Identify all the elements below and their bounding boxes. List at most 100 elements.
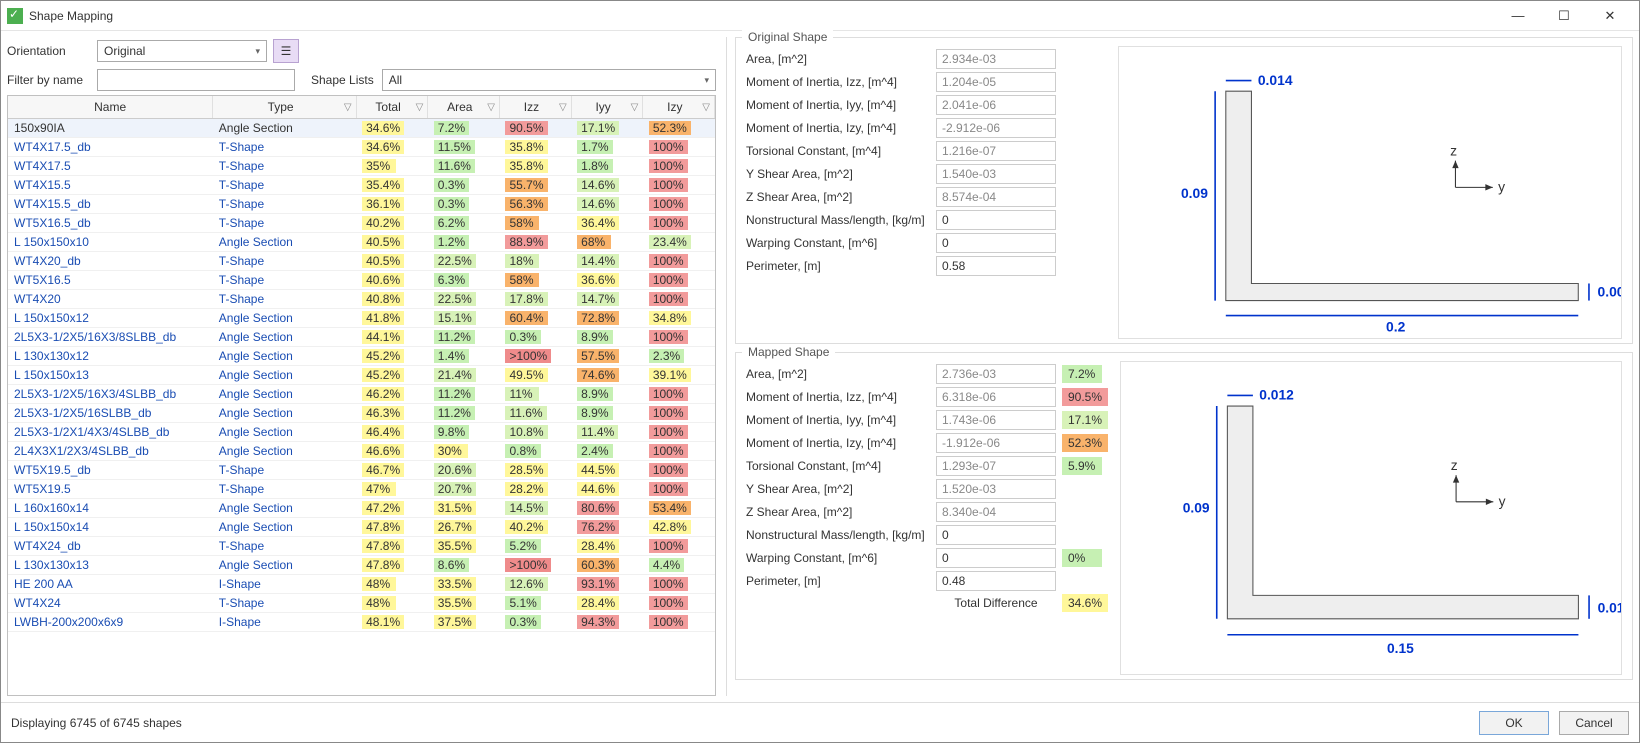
row-name: WT4X17.5_db — [8, 138, 213, 157]
table-row[interactable]: WT5X19.5T-Shape47%20.7%28.2%44.6%100% — [8, 480, 715, 499]
table-row[interactable]: L 150x150x13Angle Section45.2%21.4%49.5%… — [8, 366, 715, 385]
orientation-dropdown[interactable]: Original ▾ — [97, 40, 267, 62]
row-type: Angle Section — [213, 556, 356, 575]
table-row[interactable]: WT4X24T-Shape48%35.5%5.1%28.4%100% — [8, 594, 715, 613]
svg-text:y: y — [1498, 179, 1505, 195]
table-row[interactable]: WT4X15.5_dbT-Shape36.1%0.3%56.3%14.6%100… — [8, 195, 715, 214]
row-type: I-Shape — [213, 613, 356, 632]
property-value[interactable]: 0 — [936, 548, 1056, 568]
property-label: Nonstructural Mass/length, [kg/m] — [746, 528, 936, 542]
table-row[interactable]: LWBH-200x200x6x9I-Shape48.1%37.5%0.3%94.… — [8, 613, 715, 632]
property-value[interactable]: 0 — [936, 525, 1056, 545]
svg-text:0.012: 0.012 — [1598, 600, 1621, 616]
shapes-table-wrapper[interactable]: Name Type▽ Total▽ Area▽ Izz▽ Iyy▽ Izy▽ 1… — [7, 95, 716, 696]
table-row[interactable]: L 150x150x12Angle Section41.8%15.1%60.4%… — [8, 309, 715, 328]
property-value[interactable]: 0 — [936, 233, 1056, 253]
property-row: Z Shear Area, [m^2]8.574e-04 — [746, 187, 1106, 207]
svg-text:0.014: 0.014 — [1258, 72, 1293, 88]
property-row: Y Shear Area, [m^2]1.520e-03 — [746, 479, 1108, 499]
table-row[interactable]: 2L5X3-1/2X5/16SLBB_dbAngle Section46.3%1… — [8, 404, 715, 423]
table-row[interactable]: WT4X17.5_dbT-Shape34.6%11.5%35.8%1.7%100… — [8, 138, 715, 157]
property-label: Moment of Inertia, Iyy, [m^4] — [746, 98, 936, 112]
table-row[interactable]: WT4X20_dbT-Shape40.5%22.5%18%14.4%100% — [8, 252, 715, 271]
property-row: Moment of Inertia, Iyy, [m^4]2.041e-06 — [746, 95, 1106, 115]
row-type: T-Shape — [213, 461, 356, 480]
table-row[interactable]: L 160x160x14Angle Section47.2%31.5%14.5%… — [8, 499, 715, 518]
row-type: T-Shape — [213, 537, 356, 556]
table-row[interactable]: 2L5X3-1/2X1/4X3/4SLBB_dbAngle Section46.… — [8, 423, 715, 442]
property-row: Perimeter, [m]0.48 — [746, 571, 1108, 591]
property-pct: 90.5% — [1062, 388, 1108, 406]
minimize-button[interactable]: — — [1495, 1, 1541, 31]
filter-icon[interactable]: ▽ — [344, 102, 352, 113]
col-iyy-header: Iyy — [595, 100, 610, 114]
table-row[interactable]: L 130x130x13Angle Section47.8%8.6%>100%6… — [8, 556, 715, 575]
property-label: Perimeter, [m] — [746, 259, 936, 273]
table-row[interactable]: HE 200 AAI-Shape48%33.5%12.6%93.1%100% — [8, 575, 715, 594]
property-label: Area, [m^2] — [746, 52, 936, 66]
table-row[interactable]: WT4X24_dbT-Shape47.8%35.5%5.2%28.4%100% — [8, 537, 715, 556]
property-pct: 52.3% — [1062, 434, 1108, 452]
property-value[interactable]: 0 — [936, 210, 1056, 230]
property-value: 1.540e-03 — [936, 164, 1056, 184]
shape-lists-dropdown[interactable]: All ▾ — [382, 69, 716, 91]
row-type: T-Shape — [213, 176, 356, 195]
table-row[interactable]: 2L4X3X1/2X3/4SLBB_dbAngle Section46.6%30… — [8, 442, 715, 461]
filter-icon[interactable]: ▽ — [416, 102, 424, 113]
table-row[interactable]: WT5X16.5T-Shape40.6%6.3%58%36.6%100% — [8, 271, 715, 290]
row-name: WT5X16.5 — [8, 271, 213, 290]
property-label: Y Shear Area, [m^2] — [746, 167, 936, 181]
table-row[interactable]: 2L5X3-1/2X5/16X3/8SLBB_dbAngle Section44… — [8, 328, 715, 347]
maximize-button[interactable]: ☐ — [1541, 1, 1587, 31]
row-type: T-Shape — [213, 138, 356, 157]
row-name: WT4X15.5 — [8, 176, 213, 195]
filter-icon[interactable]: ▽ — [702, 102, 710, 113]
table-row[interactable]: L 150x150x14Angle Section47.8%26.7%40.2%… — [8, 518, 715, 537]
row-name: L 150x150x12 — [8, 309, 213, 328]
filter-icon[interactable]: ▽ — [487, 102, 495, 113]
table-row[interactable]: L 150x150x10Angle Section40.5%1.2%88.9%6… — [8, 233, 715, 252]
property-value: 2.736e-03 — [936, 364, 1056, 384]
svg-text:0.2: 0.2 — [1386, 319, 1406, 335]
property-label: Moment of Inertia, Izz, [m^4] — [746, 390, 936, 404]
table-row[interactable]: WT4X20T-Shape40.8%22.5%17.8%14.7%100% — [8, 290, 715, 309]
property-pct: 7.2% — [1062, 365, 1102, 383]
cancel-button[interactable]: Cancel — [1559, 711, 1629, 735]
property-label: Z Shear Area, [m^2] — [746, 190, 936, 204]
row-type: Angle Section — [213, 233, 356, 252]
row-name: WT5X16.5_db — [8, 214, 213, 233]
row-type: Angle Section — [213, 309, 356, 328]
columns-icon-button[interactable]: ☰ — [273, 39, 299, 63]
property-label: Moment of Inertia, Izz, [m^4] — [746, 75, 936, 89]
filter-icon[interactable]: ▽ — [559, 102, 567, 113]
filter-icon[interactable]: ▽ — [631, 102, 639, 113]
table-row[interactable]: L 130x130x12Angle Section45.2%1.4%>100%5… — [8, 347, 715, 366]
property-value[interactable]: 0.48 — [936, 571, 1056, 591]
table-row[interactable]: 2L5X3-1/2X5/16X3/4SLBB_dbAngle Section46… — [8, 385, 715, 404]
property-row: Moment of Inertia, Izz, [m^4]1.204e-05 — [746, 72, 1106, 92]
ok-button[interactable]: OK — [1479, 711, 1549, 735]
filter-input[interactable] — [97, 69, 295, 91]
col-izz-header: Izz — [524, 100, 539, 114]
row-name: LWBH-200x200x6x9 — [8, 613, 213, 632]
property-value[interactable]: 0.58 — [936, 256, 1056, 276]
mapped-shape-group: Mapped Shape Area, [m^2]2.736e-037.2%Mom… — [735, 352, 1633, 679]
row-type: T-Shape — [213, 290, 356, 309]
row-type: Angle Section — [213, 423, 356, 442]
row-type: T-Shape — [213, 214, 356, 233]
row-type: T-Shape — [213, 157, 356, 176]
row-name: 2L5X3-1/2X5/16X3/4SLBB_db — [8, 385, 213, 404]
table-row[interactable]: WT5X19.5_dbT-Shape46.7%20.6%28.5%44.5%10… — [8, 461, 715, 480]
row-name: L 150x150x14 — [8, 518, 213, 537]
row-name: WT4X17.5 — [8, 157, 213, 176]
property-row: Warping Constant, [m^6]0 — [746, 233, 1106, 253]
table-row[interactable]: WT4X15.5T-Shape35.4%0.3%55.7%14.6%100% — [8, 176, 715, 195]
table-row[interactable]: WT4X17.5T-Shape35%11.6%35.8%1.8%100% — [8, 157, 715, 176]
row-name: WT4X20_db — [8, 252, 213, 271]
svg-text:z: z — [1450, 142, 1457, 158]
table-row[interactable]: WT5X16.5_dbT-Shape40.2%6.2%58%36.4%100% — [8, 214, 715, 233]
property-value: 1.216e-07 — [936, 141, 1056, 161]
table-row[interactable]: 150x90IAAngle Section34.6%7.2%90.5%17.1%… — [8, 119, 715, 138]
svg-text:0.09: 0.09 — [1183, 500, 1210, 516]
close-button[interactable]: ✕ — [1587, 1, 1633, 31]
